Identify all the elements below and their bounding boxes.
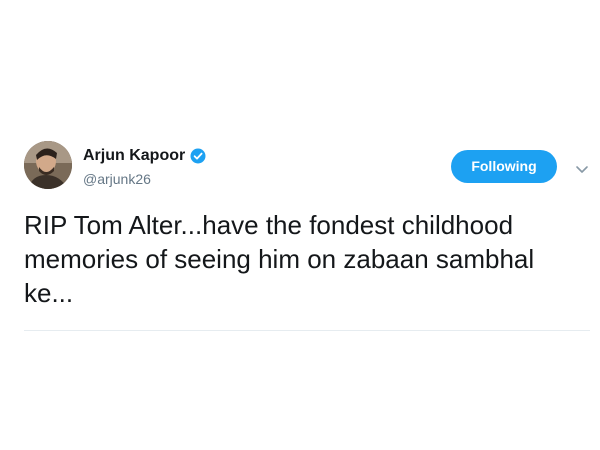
avatar[interactable]	[24, 141, 72, 189]
divider	[24, 330, 590, 331]
tweet-text-line: RIP Tom Alter...have the fondest childho…	[24, 210, 514, 240]
tweet-text-line: ke...	[24, 278, 74, 308]
user-handle[interactable]: @arjunk26	[83, 170, 151, 188]
avatar-image	[24, 141, 72, 189]
tweet-text-line: memories of seeing him on zabaan sambhal	[24, 244, 535, 274]
verified-badge-icon	[190, 148, 206, 164]
display-name[interactable]: Arjun Kapoor	[83, 146, 185, 166]
following-button[interactable]: Following	[451, 150, 557, 183]
chevron-down-icon[interactable]	[575, 162, 589, 173]
tweet-card: Arjun Kapoor @arjunk26 Following RIP Tom…	[0, 0, 600, 450]
page: Arjun Kapoor @arjunk26 Following RIP Tom…	[0, 0, 600, 450]
name-row: Arjun Kapoor	[83, 146, 206, 166]
tweet-text: RIP Tom Alter...have the fondest childho…	[24, 208, 584, 310]
